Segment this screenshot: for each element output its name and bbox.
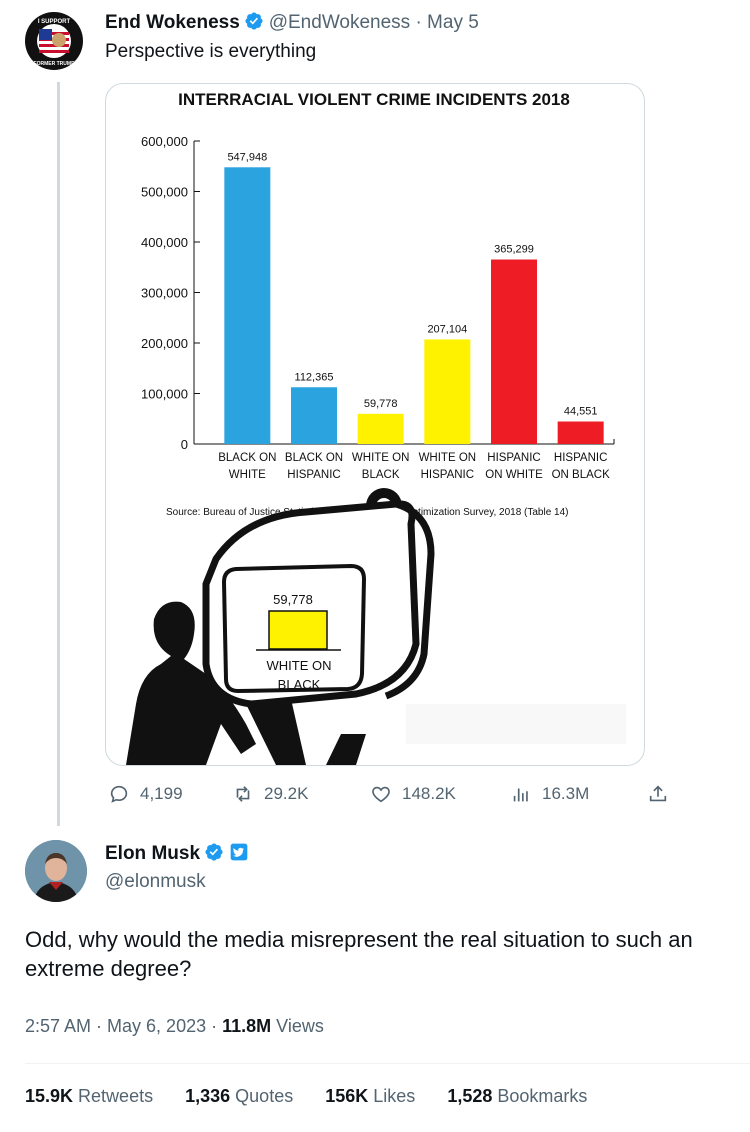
cartoon-tv-illustration: 59,778 WHITE ON BLACK	[126, 488, 626, 765]
chart-bar	[224, 167, 271, 444]
avatar-top-text: I SUPPORT	[38, 19, 71, 25]
reply-engagement-stats: 15.9K Retweets 1,336 Quotes 156K Likes 1…	[25, 1086, 587, 1107]
x-category-label: BLACK ON	[285, 452, 343, 464]
quotes-stat[interactable]: 1,336 Quotes	[185, 1086, 293, 1106]
tv-screen-label-line1: WHITE ON	[267, 658, 332, 673]
end-wokeness-avatar[interactable]: I SUPPORT FORMER TRUMP	[25, 12, 83, 70]
thread-connector-line	[57, 82, 60, 826]
reply-count: 4,199	[140, 784, 183, 803]
x-category-label: HISPANIC	[421, 469, 474, 481]
original-handle-date[interactable]: @EndWokeness · May 5	[269, 12, 479, 33]
views-chart-icon	[513, 788, 528, 802]
views-action[interactable]: 16.3M	[510, 783, 589, 805]
bar-value-label: 547,948	[227, 151, 267, 163]
x-category-label: ON BLACK	[552, 469, 610, 481]
share-icon	[649, 785, 667, 802]
tv-screen-value: 59,778	[273, 592, 313, 607]
reply-time[interactable]: 2:57 AM · May 6, 2023 ·	[25, 1016, 222, 1036]
share-action[interactable]	[647, 783, 669, 805]
reply-handle[interactable]: @elonmusk	[105, 871, 206, 893]
chart-bar	[424, 339, 471, 444]
y-tick-label: 200,000	[141, 336, 188, 351]
y-tick-label: 600,000	[141, 134, 188, 149]
verified-badge-icon	[245, 12, 263, 30]
x-category-label: HISPANIC	[554, 452, 607, 464]
bar-value-label: 112,365	[295, 371, 334, 383]
bar-value-label: 365,299	[494, 244, 534, 256]
elon-musk-avatar[interactable]	[25, 840, 87, 902]
original-author-name[interactable]: End Wokeness	[105, 12, 240, 33]
divider	[25, 1063, 750, 1064]
bar-value-label: 207,104	[427, 323, 467, 335]
retweet-count: 29.2K	[264, 784, 309, 803]
y-tick-label: 500,000	[141, 185, 188, 200]
x-category-label: BLACK	[362, 469, 400, 481]
x-category-label: WHITE	[229, 469, 266, 481]
chart-bar	[357, 413, 404, 444]
profile-photo-icon	[25, 840, 87, 902]
chart: INTERRACIAL VIOLENT CRIME INCIDENTS 2018…	[126, 90, 626, 765]
chart-labels: 547,948 BLACK ON WHITE 112,365 BLACK ON HISPA…	[218, 151, 610, 481]
verified-badge-icon	[205, 843, 224, 861]
chart-bar	[291, 387, 337, 444]
x-category-label: HISPANIC	[287, 469, 340, 481]
chart-bars	[224, 167, 604, 444]
twitter-affiliate-icon	[230, 843, 248, 861]
x-category-label: BLACK ON	[218, 452, 276, 464]
retweet-icon	[236, 786, 250, 802]
avatar-badge-icon: I SUPPORT FORMER TRUMP	[27, 14, 81, 68]
avatar-bottom-text: FORMER TRUMP	[34, 61, 75, 67]
chart-bar	[491, 259, 537, 444]
reply-author-name[interactable]: Elon Musk	[105, 843, 200, 864]
original-tweet-text: Perspective is everything	[105, 41, 317, 62]
x-category-label: ON WHITE	[485, 469, 543, 481]
tv-screen-bar	[268, 610, 328, 650]
y-tick-label: 300,000	[141, 286, 188, 301]
reply-action[interactable]: 4,199	[108, 783, 183, 805]
x-category-label: HISPANIC	[487, 452, 540, 464]
bar-value-label: 44,551	[564, 406, 598, 418]
reply-header: Elon Musk	[105, 842, 249, 865]
reply-views-label: Views	[271, 1016, 324, 1036]
chart-bar	[557, 421, 604, 444]
x-category-label: WHITE ON	[352, 452, 410, 464]
reply-text: Odd, why would the media misrepresent th…	[25, 927, 693, 981]
like-count: 148.2K	[402, 784, 456, 803]
bar-value-label: 59,778	[364, 398, 398, 410]
y-tick-label: 400,000	[141, 235, 188, 250]
views-count: 16.3M	[542, 784, 590, 803]
original-tweet-header: End Wokeness @EndWokeness · May 5	[105, 11, 479, 34]
likes-stat[interactable]: 156K Likes	[325, 1086, 415, 1106]
bookmarks-stat[interactable]: 1,528 Bookmarks	[447, 1086, 587, 1106]
x-category-label: WHITE ON	[419, 452, 477, 464]
tweet-media-image[interactable]: INTERRACIAL VIOLENT CRIME INCIDENTS 2018…	[105, 83, 645, 766]
retweet-action[interactable]: 29.2K	[232, 783, 308, 805]
reply-timestamp: 2:57 AM · May 6, 2023 · 11.8M Views	[25, 1016, 324, 1037]
retweets-stat[interactable]: 15.9K Retweets	[25, 1086, 153, 1106]
reply-views-count: 11.8M	[222, 1016, 272, 1036]
chart-title: INTERRACIAL VIOLENT CRIME INCIDENTS 2018	[178, 90, 570, 109]
like-action[interactable]: 148.2K	[370, 783, 456, 805]
y-tick-label: 0	[181, 437, 188, 452]
y-tick-label: 100,000	[141, 387, 188, 402]
heart-icon	[372, 786, 390, 803]
tv-screen-label-line2: BLACK	[278, 677, 321, 692]
reply-icon	[110, 785, 128, 803]
